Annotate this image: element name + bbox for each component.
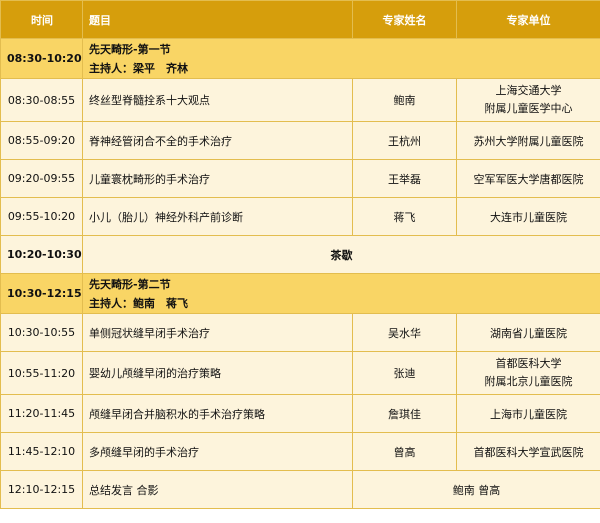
closing-experts: 鲍南 曾高 (352, 470, 600, 509)
table-row: 08:55-09:20 脊神经管闭合不全的手术治疗 王杭州 苏州大学附属儿童医院 (0, 121, 600, 160)
row-unit: 首都医科大学宣武医院 (456, 432, 600, 471)
agenda-table: 时间 题目 专家姓名 专家单位 08:30-10:20 先天畸形-第一节 主持人… (0, 0, 600, 509)
header-unit: 专家单位 (456, 0, 600, 39)
row-expert: 詹琪佳 (352, 394, 457, 433)
row-expert: 曾高 (352, 432, 457, 471)
section-title: 先天畸形-第二节 (89, 277, 171, 291)
closing-row: 12:10-12:15 总结发言 合影 鲍南 曾高 (0, 470, 600, 509)
closing-time: 12:10-12:15 (0, 470, 83, 509)
table-row: 11:20-11:45 颅缝早闭合并脑积水的手术治疗策略 詹琪佳 上海市儿童医院 (0, 394, 600, 433)
section-host: 主持人：鲍南 蒋飞 (89, 296, 188, 310)
table-row: 11:45-12:10 多颅缝早闭的手术治疗 曾高 首都医科大学宣武医院 (0, 432, 600, 471)
row-unit-line2: 附属北京儿童医院 (484, 375, 573, 388)
table-row: 08:30-08:55 终丝型脊髓拴系十大观点 鲍南 上海交通大学 附属儿童医学… (0, 78, 600, 122)
header-expert: 专家姓名 (352, 0, 457, 39)
row-unit-line1: 上海交通大学 (495, 84, 562, 97)
row-time: 11:20-11:45 (0, 394, 83, 433)
row-unit: 大连市儿童医院 (456, 197, 600, 236)
row-time: 11:45-12:10 (0, 432, 83, 471)
row-title: 婴幼儿颅缝早闭的治疗策略 (82, 351, 353, 395)
row-unit-line2: 附属儿童医学中心 (484, 102, 573, 115)
table-row: 09:20-09:55 儿童寰枕畸形的手术治疗 王举磊 空军军医大学唐都医院 (0, 159, 600, 198)
row-expert: 蒋飞 (352, 197, 457, 236)
row-title: 单侧冠状缝早闭手术治疗 (82, 313, 353, 352)
table-row: 10:30-10:55 单侧冠状缝早闭手术治疗 吴水华 湖南省儿童医院 (0, 313, 600, 352)
row-unit: 首都医科大学 附属北京儿童医院 (456, 351, 600, 395)
row-unit: 湖南省儿童医院 (456, 313, 600, 352)
header-title: 题目 (82, 0, 353, 39)
section-host: 主持人：梁平 齐林 (89, 61, 188, 75)
row-unit: 空军军医大学唐都医院 (456, 159, 600, 198)
row-title: 多颅缝早闭的手术治疗 (82, 432, 353, 471)
row-expert: 鲍南 (352, 78, 457, 122)
section-row: 10:30-12:15 先天畸形-第二节 主持人：鲍南 蒋飞 (0, 273, 600, 314)
row-time: 08:55-09:20 (0, 121, 83, 160)
section-time: 08:30-10:20 (0, 38, 83, 79)
row-time: 09:55-10:20 (0, 197, 83, 236)
closing-title: 总结发言 合影 (82, 470, 353, 509)
table-row: 10:55-11:20 婴幼儿颅缝早闭的治疗策略 张迪 首都医科大学 附属北京儿… (0, 351, 600, 395)
row-time: 10:30-10:55 (0, 313, 83, 352)
break-row: 10:20-10:30 茶歇 (0, 235, 600, 274)
header-time: 时间 (0, 0, 83, 39)
row-title: 终丝型脊髓拴系十大观点 (82, 78, 353, 122)
section-info: 先天畸形-第一节 主持人：梁平 齐林 (82, 38, 600, 79)
row-title: 儿童寰枕畸形的手术治疗 (82, 159, 353, 198)
row-title: 小儿（胎儿）神经外科产前诊断 (82, 197, 353, 236)
row-unit-line1: 首都医科大学 (495, 357, 562, 370)
row-time: 10:55-11:20 (0, 351, 83, 395)
row-time: 09:20-09:55 (0, 159, 83, 198)
row-expert: 吴水华 (352, 313, 457, 352)
row-expert: 王杭州 (352, 121, 457, 160)
table-row: 09:55-10:20 小儿（胎儿）神经外科产前诊断 蒋飞 大连市儿童医院 (0, 197, 600, 236)
break-label: 茶歇 (82, 235, 600, 274)
section-time: 10:30-12:15 (0, 273, 83, 314)
row-expert: 张迪 (352, 351, 457, 395)
section-row: 08:30-10:20 先天畸形-第一节 主持人：梁平 齐林 (0, 38, 600, 79)
row-title: 脊神经管闭合不全的手术治疗 (82, 121, 353, 160)
row-expert: 王举磊 (352, 159, 457, 198)
row-title: 颅缝早闭合并脑积水的手术治疗策略 (82, 394, 353, 433)
section-title: 先天畸形-第一节 (89, 42, 171, 56)
section-info: 先天畸形-第二节 主持人：鲍南 蒋飞 (82, 273, 600, 314)
row-unit: 苏州大学附属儿童医院 (456, 121, 600, 160)
header-row: 时间 题目 专家姓名 专家单位 (0, 0, 600, 39)
row-time: 08:30-08:55 (0, 78, 83, 122)
row-unit: 上海交通大学 附属儿童医学中心 (456, 78, 600, 122)
row-unit: 上海市儿童医院 (456, 394, 600, 433)
break-time: 10:20-10:30 (0, 235, 83, 274)
